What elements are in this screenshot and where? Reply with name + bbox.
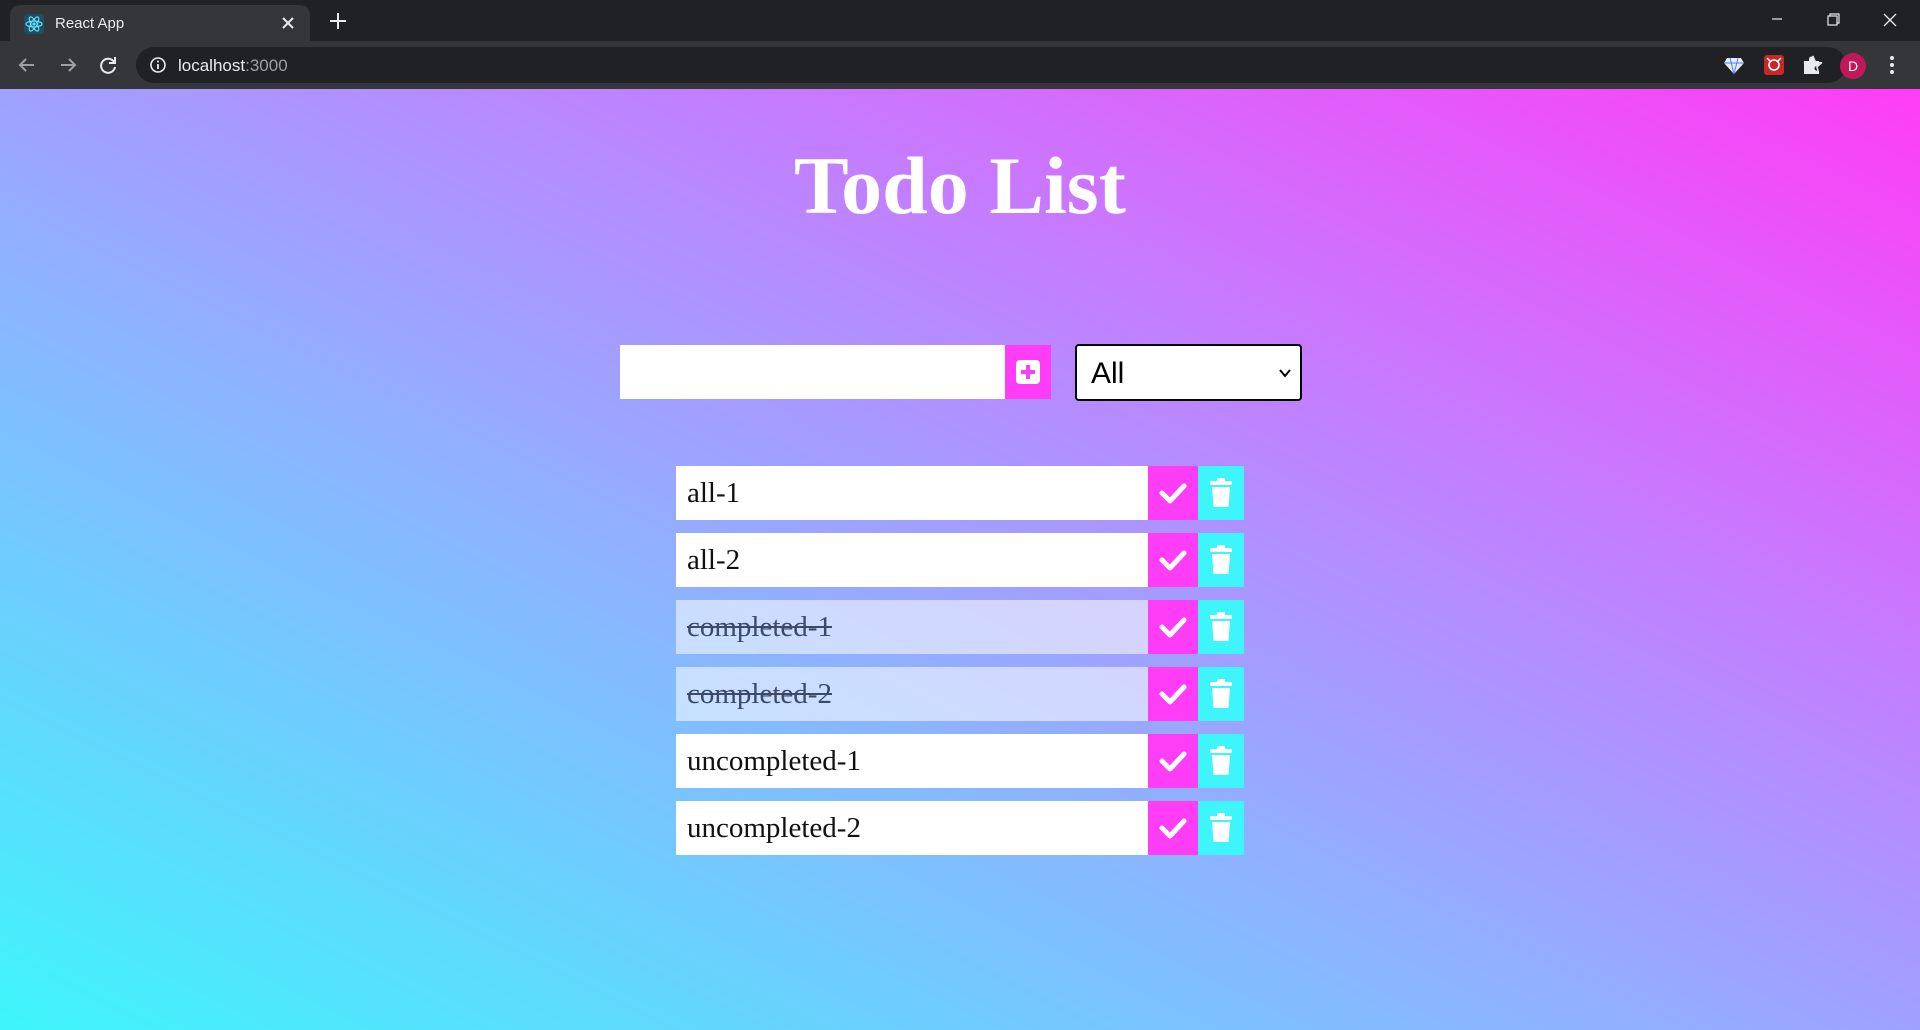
forward-button[interactable] [55,52,81,78]
todo-item: completed-1 [676,600,1244,654]
todo-text: completed-2 [687,678,832,710]
profile-avatar[interactable]: D [1840,53,1866,79]
trash-icon [1210,679,1232,708]
todo-item: completed-2 [676,667,1244,721]
trash-icon [1210,478,1232,507]
three-dots-icon[interactable] [1882,53,1902,77]
reload-button[interactable] [95,52,121,78]
delete-todo-button[interactable] [1198,801,1244,855]
minimize-window-button[interactable] [1753,4,1801,36]
complete-todo-button[interactable] [1148,734,1198,788]
reload-icon [100,57,116,74]
trash-icon [1210,612,1232,641]
delete-todo-button[interactable] [1198,533,1244,587]
filter-select[interactable]: All [1075,344,1302,401]
todo-text-box: uncompleted-2 [676,801,1148,855]
todo-item: all-1 [676,466,1244,520]
todo-item: uncompleted-1 [676,734,1244,788]
plus-square-icon [1016,360,1040,384]
trash-icon [1210,746,1232,775]
url-text: localhost:3000 [178,56,288,76]
complete-todo-button[interactable] [1148,600,1198,654]
page-viewport: Todo List All all-1 all-2 completed-1 co… [0,89,1920,1030]
react-logo-icon [24,14,44,34]
arrow-left-icon [18,58,34,72]
todo-text: all-1 [687,477,741,509]
trash-icon [1210,813,1232,842]
delete-todo-button[interactable] [1198,667,1244,721]
todo-input[interactable] [620,345,1005,399]
check-icon [1159,617,1187,638]
close-window-button[interactable] [1866,4,1914,36]
gem-extension-icon[interactable] [1722,53,1746,77]
url-host: localhost [178,56,246,75]
add-todo-button[interactable] [1005,345,1051,399]
delete-todo-button[interactable] [1198,734,1244,788]
tab-title: React App [55,15,125,32]
complete-todo-button[interactable] [1148,466,1198,520]
todo-list: all-1 all-2 completed-1 completed-2 unco… [676,466,1244,868]
delete-todo-button[interactable] [1198,600,1244,654]
todo-text-box: all-2 [676,533,1148,587]
todo-item: uncompleted-2 [676,801,1244,855]
restore-window-button[interactable] [1809,4,1857,36]
todo-text: completed-1 [687,611,832,643]
red-extension-icon[interactable] [1762,53,1786,77]
back-button[interactable] [14,52,40,78]
browser-tabstrip: React App [0,0,1920,41]
chevron-down-icon [1279,369,1291,378]
todo-text-box: all-1 [676,466,1148,520]
complete-todo-button[interactable] [1148,667,1198,721]
todo-text-box: completed-2 [676,667,1148,721]
check-icon [1159,483,1187,504]
url-port: :3000 [245,56,288,75]
delete-todo-button[interactable] [1198,466,1244,520]
complete-todo-button[interactable] [1148,801,1198,855]
new-tab-button[interactable] [325,8,351,34]
trash-icon [1210,545,1232,574]
todo-item: all-2 [676,533,1244,587]
todo-text-box: completed-1 [676,600,1148,654]
check-icon [1159,751,1187,772]
todo-text: uncompleted-2 [687,812,861,844]
filter-selected-value: All [1091,357,1125,390]
info-icon[interactable] [149,56,167,74]
todo-text-box: uncompleted-1 [676,734,1148,788]
arrow-right-icon [61,58,77,72]
page-title: Todo List [794,140,1126,231]
address-bar[interactable]: localhost:3000 [136,47,1846,83]
complete-todo-button[interactable] [1148,533,1198,587]
browser-toolbar: localhost:3000 D [0,41,1920,89]
todo-text: uncompleted-1 [687,745,861,777]
check-icon [1159,550,1187,571]
puzzle-icon[interactable] [1800,53,1824,77]
close-tab-icon[interactable] [278,13,298,33]
browser-tab[interactable]: React App [10,5,310,41]
check-icon [1159,684,1187,705]
check-icon [1159,818,1187,839]
todo-text: all-2 [687,544,741,576]
